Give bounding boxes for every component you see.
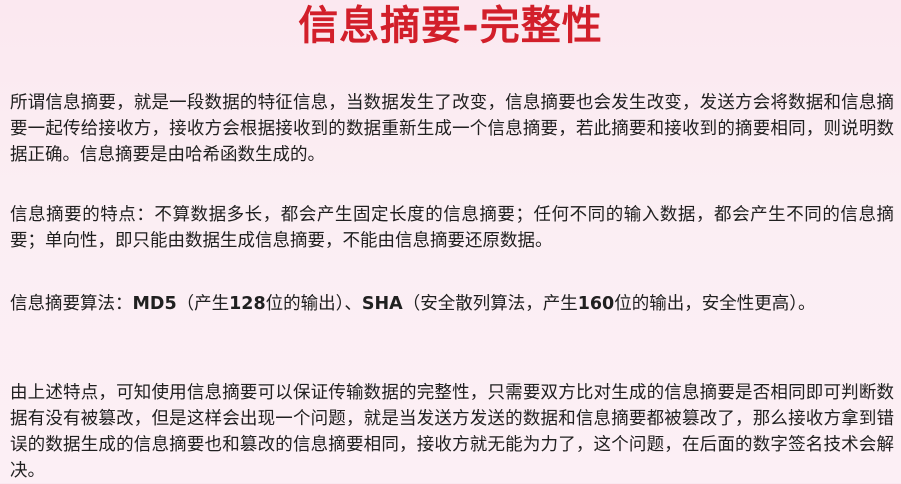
algorithms-suffix: 位的输出，安全性更高）。 (614, 294, 816, 314)
algorithms-text-1: （产生 (176, 294, 230, 314)
paragraph-algorithms: 信息摘要算法：MD5（产生128位的输出）、SHA（安全散列算法，产生160位的… (10, 291, 894, 317)
bits-160: 160 (577, 294, 615, 314)
algorithms-text-3: （安全散列算法，产生 (402, 294, 578, 314)
paragraph-definition: 所谓信息摘要，就是一段数据的特征信息，当数据发生了改变，信息摘要也会发生改变，发… (10, 93, 894, 165)
slide: 信息摘要-完整性 所谓信息摘要，就是一段数据的特征信息，当数据发生了改变，信息摘… (0, 0, 901, 483)
bits-128: 128 (229, 294, 266, 314)
md5-label: MD5 (132, 294, 177, 314)
paragraph-conclusion: 由上述特点，可知使用信息摘要可以保证传输数据的完整性，只需要双方比对生成的信息摘… (10, 383, 894, 481)
slide-title: 信息摘要-完整性 (298, 3, 603, 49)
algorithms-prefix: 信息摘要算法： (10, 294, 133, 314)
algorithms-text-2: 位的输出）、 (265, 294, 362, 314)
sha-label: SHA (361, 294, 403, 314)
paragraph-features: 信息摘要的特点：不算数据多长，都会产生固定长度的信息摘要；任何不同的输入数据，都… (10, 205, 894, 251)
